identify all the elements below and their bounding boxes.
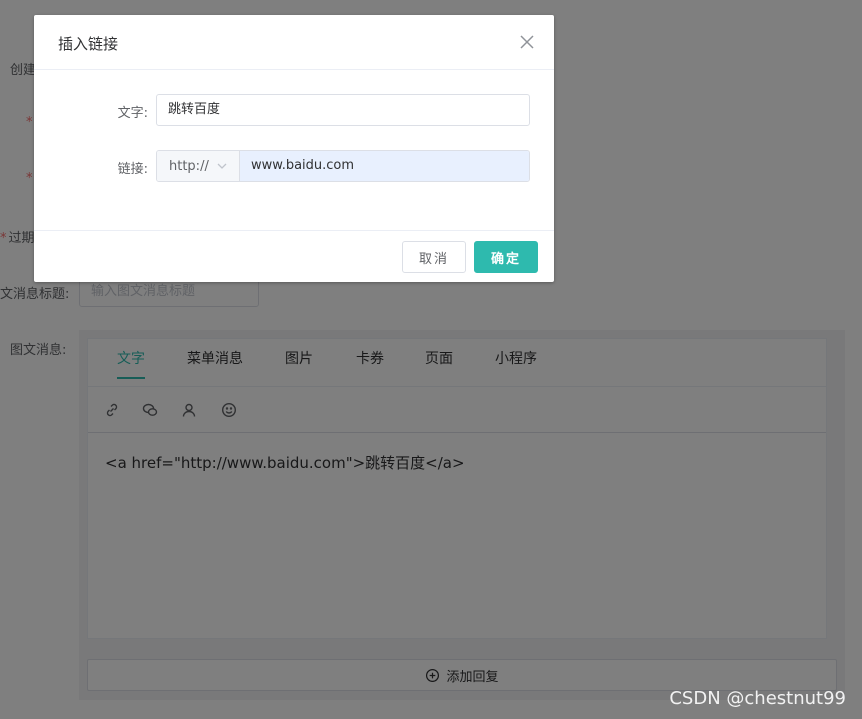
close-icon[interactable]	[520, 35, 534, 49]
url-field[interactable]: www.baidu.com	[240, 151, 529, 181]
watermark: CSDN @chestnut99	[669, 688, 846, 709]
insert-link-dialog: 插入链接 文字: 跳转百度 链接: http:// www.baidu.com …	[34, 15, 554, 282]
cancel-button[interactable]: 取消	[402, 241, 466, 273]
link-input-group: http:// www.baidu.com	[156, 150, 530, 182]
page: 创建 * * *过期 文消息标题: 输入图文消息标题 图文消息: 文字 菜单消息…	[0, 0, 862, 719]
protocol-value: http://	[169, 158, 209, 174]
link-field-label: 链接:	[117, 162, 148, 177]
confirm-button[interactable]: 确定	[474, 241, 538, 273]
chevron-down-icon	[217, 163, 227, 169]
dialog-title: 插入链接	[58, 35, 119, 53]
text-field-label: 文字:	[117, 106, 148, 121]
dialog-header: 插入链接	[34, 15, 554, 70]
protocol-select[interactable]: http://	[157, 151, 240, 181]
dialog-footer: 取消 确定	[34, 230, 554, 282]
text-field[interactable]: 跳转百度	[156, 94, 530, 126]
